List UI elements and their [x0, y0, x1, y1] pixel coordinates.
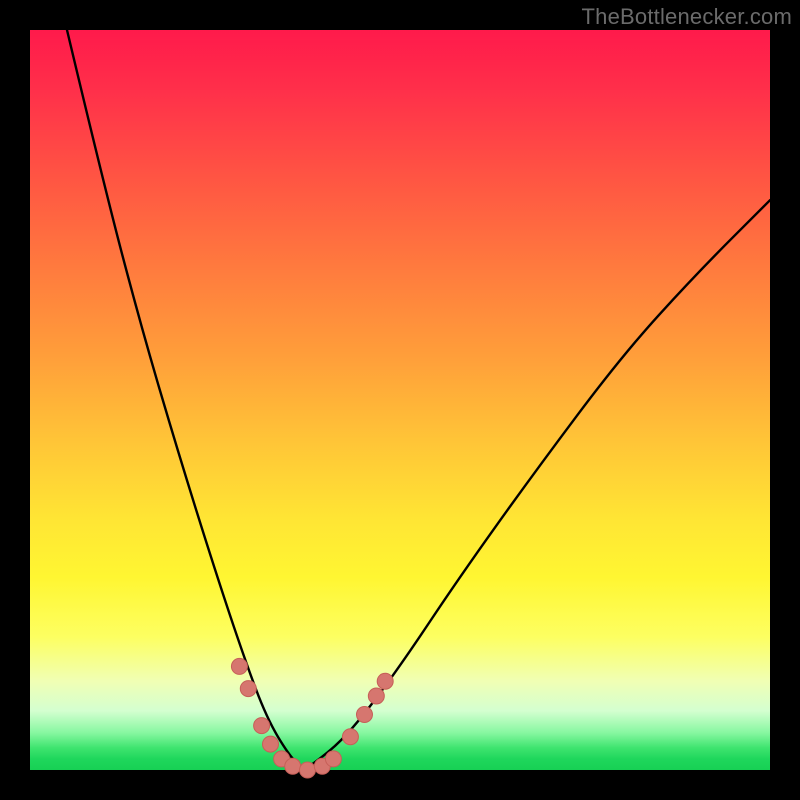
- chart-stage: TheBottlenecker.com: [0, 0, 800, 800]
- curve-marker: [368, 688, 384, 704]
- curve-marker: [300, 762, 316, 778]
- curve-marker: [231, 658, 247, 674]
- watermark-text: TheBottlenecker.com: [582, 4, 792, 30]
- curve-marker: [342, 729, 358, 745]
- curve-marker: [325, 751, 341, 767]
- curve-marker: [377, 673, 393, 689]
- plot-area: [30, 30, 770, 770]
- curve-marker: [285, 758, 301, 774]
- bottleneck-curve-right: [304, 200, 770, 770]
- bottleneck-curve-left: [67, 30, 304, 770]
- curve-marker: [254, 718, 270, 734]
- curve-svg: [30, 30, 770, 770]
- curve-marker: [240, 681, 256, 697]
- curve-marker: [263, 736, 279, 752]
- curve-marker: [356, 707, 372, 723]
- curve-markers: [231, 658, 393, 778]
